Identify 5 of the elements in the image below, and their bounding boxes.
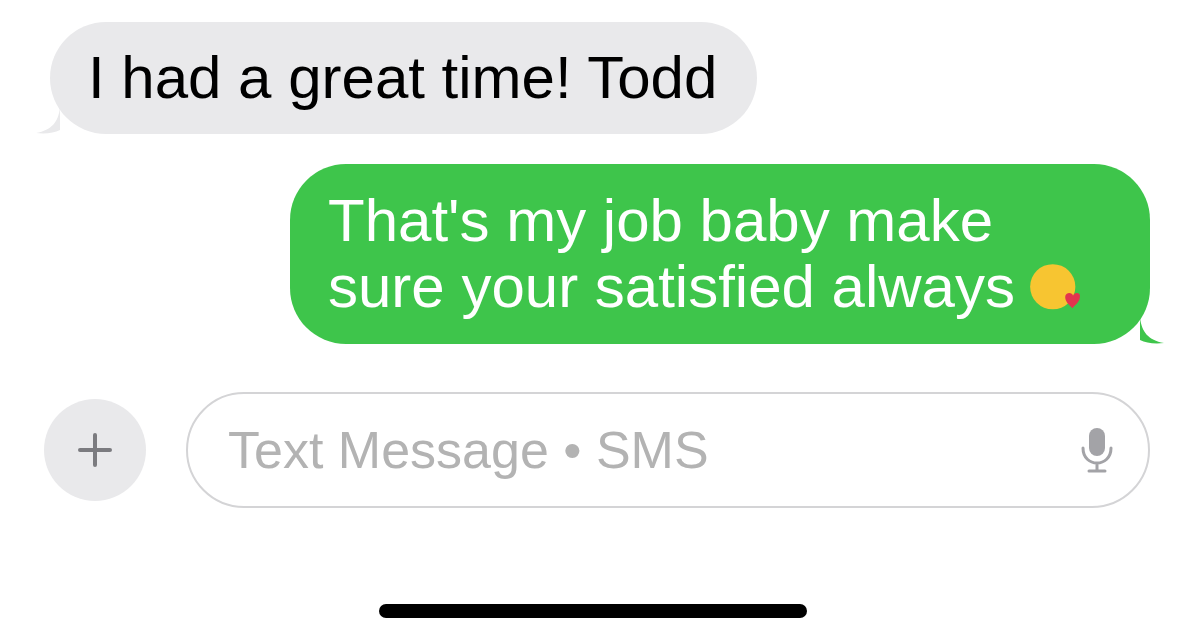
bubble-tail [1140,318,1164,344]
message-input-field[interactable]: Text Message • SMS [186,392,1150,508]
plus-icon [77,432,113,468]
microphone-icon[interactable] [1080,426,1114,474]
message-text-input[interactable]: Text Message • SMS [228,420,1080,480]
